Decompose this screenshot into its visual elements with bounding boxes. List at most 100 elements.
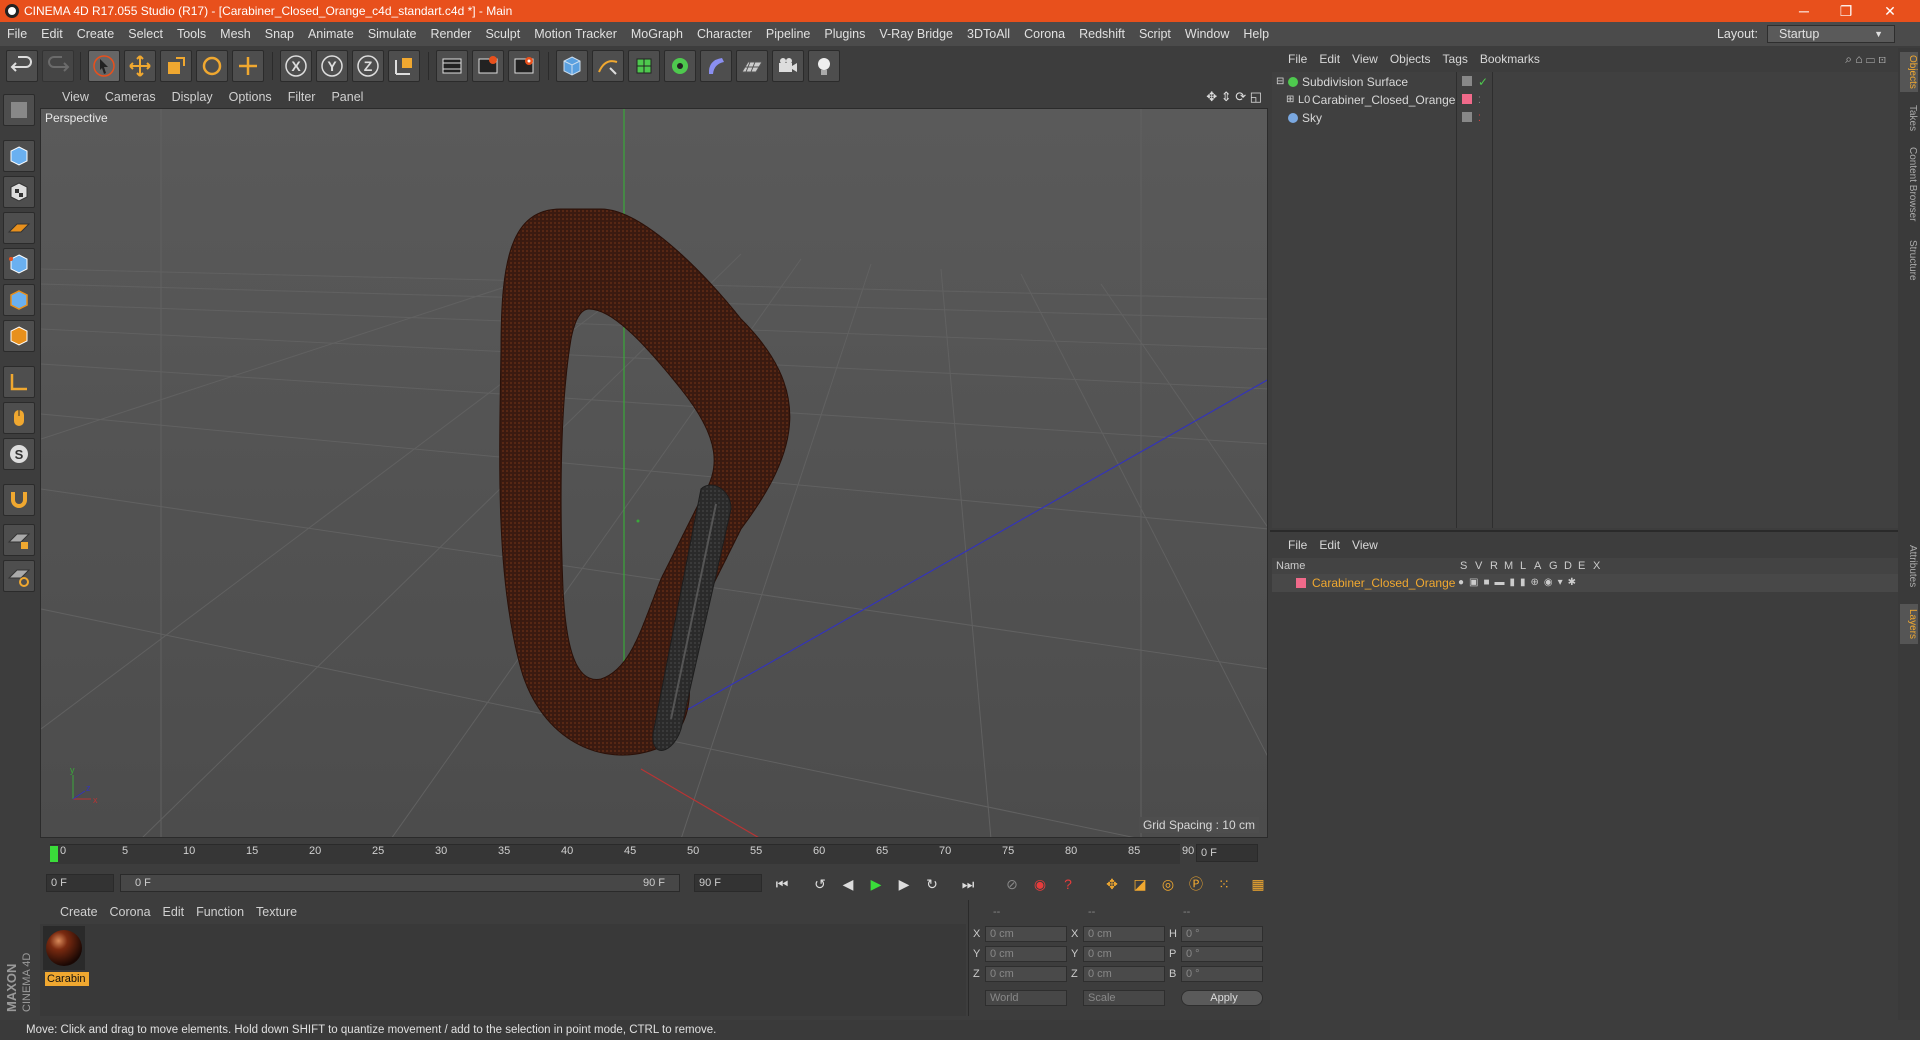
tab-content-browser[interactable]: Content Browser <box>1900 144 1918 224</box>
om-menu-view[interactable]: View <box>1346 48 1384 70</box>
rotation-b-field[interactable]: 0 ° <box>1181 966 1263 982</box>
menu-character[interactable]: Character <box>690 22 759 46</box>
tab-structure[interactable]: Structure <box>1900 232 1918 288</box>
material-menu-edit[interactable]: Edit <box>157 900 191 924</box>
add-floor-button[interactable] <box>736 50 768 82</box>
menu-file[interactable]: File <box>0 22 34 46</box>
material-menu-create[interactable]: Create <box>54 900 104 924</box>
viewport-menu-display[interactable]: Display <box>164 86 221 108</box>
object-row-carabiner[interactable]: ⊞ L0 Carabiner_Closed_Orange ⁚ <box>1272 90 1898 110</box>
add-camera-button[interactable] <box>772 50 804 82</box>
menu-help[interactable]: Help <box>1236 22 1276 46</box>
undo-button[interactable] <box>6 50 38 82</box>
3d-viewport[interactable]: y xz Perspective Grid Spacing : 10 cm <box>40 108 1268 838</box>
edit-render-toggle[interactable] <box>1462 76 1472 86</box>
enabled-check-icon[interactable]: ✓ <box>1478 72 1488 92</box>
rotate-tool-button[interactable] <box>196 50 228 82</box>
edges-mode-button[interactable] <box>3 284 35 316</box>
magnet-button[interactable] <box>3 484 35 516</box>
viewport-menu-view[interactable]: View <box>54 86 97 108</box>
menu-redshift[interactable]: Redshift <box>1072 22 1132 46</box>
material-menu-function[interactable]: Function <box>190 900 250 924</box>
viewport-nav-icons[interactable]: ✥ ⇕ ⟳ ◱ <box>1206 86 1262 108</box>
rotation-p-field[interactable]: 0 ° <box>1181 946 1263 962</box>
timeline-track[interactable]: 0 5 10 15 20 25 30 35 40 45 50 55 60 65 … <box>50 844 1194 864</box>
size-mode-select[interactable]: Scale <box>1083 990 1165 1006</box>
expand-toggle[interactable]: ⊞ <box>1286 90 1294 110</box>
edit-render-toggle[interactable] <box>1462 112 1472 122</box>
key-pla-button[interactable]: ⁙ <box>1212 872 1236 896</box>
menu-select[interactable]: Select <box>121 22 170 46</box>
om-menu-edit[interactable]: Edit <box>1313 48 1346 70</box>
object-row-sky[interactable]: Sky ⁚ <box>1272 108 1898 128</box>
material-thumbnail[interactable]: Carabin <box>43 926 89 986</box>
tweak-mode-button[interactable] <box>3 402 35 434</box>
add-spline-button[interactable] <box>592 50 624 82</box>
menu-vray-bridge[interactable]: V-Ray Bridge <box>872 22 960 46</box>
preview-range-slider[interactable]: 0 F 90 F <box>120 874 680 892</box>
workplane-mode-button[interactable] <box>3 212 35 244</box>
goto-start-button[interactable]: ⏮ <box>770 872 794 896</box>
menu-render[interactable]: Render <box>423 22 478 46</box>
start-frame-field[interactable]: 0 F <box>46 874 114 892</box>
menu-tools[interactable]: Tools <box>170 22 213 46</box>
points-mode-button[interactable] <box>3 248 35 280</box>
om-menu-tags[interactable]: Tags <box>1437 48 1474 70</box>
layer-flag-icons[interactable]: ●▣■▬▮▮⊕◉▾✱ <box>1458 574 1581 592</box>
live-select-button[interactable] <box>232 50 264 82</box>
y-axis-button[interactable]: Y <box>316 50 348 82</box>
current-frame-field[interactable]: 0 F <box>1196 844 1258 862</box>
menu-3dtoall[interactable]: 3DToAll <box>960 22 1017 46</box>
planar-workplane-button[interactable] <box>3 560 35 592</box>
polygons-mode-button[interactable] <box>3 320 35 352</box>
position-x-field[interactable]: 0 cm <box>985 926 1067 942</box>
menu-plugins[interactable]: Plugins <box>817 22 872 46</box>
coordinate-system-button[interactable] <box>388 50 420 82</box>
menu-script[interactable]: Script <box>1132 22 1178 46</box>
scale-tool-button[interactable] <box>160 50 192 82</box>
key-param-button[interactable]: Ⓟ <box>1184 872 1208 896</box>
viewport-menu-panel[interactable]: Panel <box>323 86 371 108</box>
prev-frame-button[interactable]: ◀ <box>836 872 860 896</box>
menu-create[interactable]: Create <box>70 22 122 46</box>
end-frame-field[interactable]: 90 F <box>694 874 762 892</box>
tab-objects[interactable]: Objects <box>1900 52 1918 92</box>
rotation-h-field[interactable]: 0 ° <box>1181 926 1263 942</box>
close-button[interactable]: ✕ <box>1870 0 1910 22</box>
z-axis-button[interactable]: Z <box>352 50 384 82</box>
lock-workplane-button[interactable] <box>3 524 35 556</box>
menu-simulate[interactable]: Simulate <box>361 22 424 46</box>
keyframe-selection-button[interactable]: ? <box>1056 872 1080 896</box>
layer-row[interactable]: Carabiner_Closed_Orange ●▣■▬▮▮⊕◉▾✱ <box>1272 574 1898 592</box>
tab-attributes[interactable]: Attributes <box>1900 536 1918 596</box>
expand-toggle[interactable]: ⊟ <box>1276 72 1284 92</box>
viewport-menu-options[interactable]: Options <box>221 86 280 108</box>
menu-corona[interactable]: Corona <box>1017 22 1072 46</box>
material-menu-texture[interactable]: Texture <box>250 900 303 924</box>
play-button[interactable]: ▶ <box>864 872 888 896</box>
menu-sculpt[interactable]: Sculpt <box>478 22 527 46</box>
layout-dropdown[interactable]: Startup ▼ <box>1767 25 1895 43</box>
axis-mode-button[interactable] <box>3 366 35 398</box>
add-subdivision-button[interactable] <box>628 50 660 82</box>
minimize-button[interactable]: ─ <box>1784 0 1824 22</box>
tab-takes[interactable]: Takes <box>1900 100 1918 136</box>
layer-color-swatch[interactable] <box>1296 578 1306 588</box>
lm-menu-view[interactable]: View <box>1346 534 1384 556</box>
material-menu-corona[interactable]: Corona <box>104 900 157 924</box>
menu-motion-tracker[interactable]: Motion Tracker <box>527 22 624 46</box>
next-frame-button[interactable]: ▶ <box>892 872 916 896</box>
timeline-window-button[interactable]: ▦ <box>1246 872 1270 896</box>
key-rotation-button[interactable]: ◎ <box>1156 872 1180 896</box>
redo-button[interactable] <box>42 50 74 82</box>
coordinate-mode-select[interactable]: World <box>985 990 1067 1006</box>
model-mode-button[interactable] <box>3 140 35 172</box>
key-scale-button[interactable]: ◪ <box>1128 872 1152 896</box>
size-x-field[interactable]: 0 cm <box>1083 926 1165 942</box>
x-axis-button[interactable]: X <box>280 50 312 82</box>
position-y-field[interactable]: 0 cm <box>985 946 1067 962</box>
viewport-menu-filter[interactable]: Filter <box>280 86 324 108</box>
texture-mode-button[interactable] <box>3 176 35 208</box>
menu-pipeline[interactable]: Pipeline <box>759 22 817 46</box>
visibility-dots[interactable]: ⁚ <box>1478 108 1481 128</box>
